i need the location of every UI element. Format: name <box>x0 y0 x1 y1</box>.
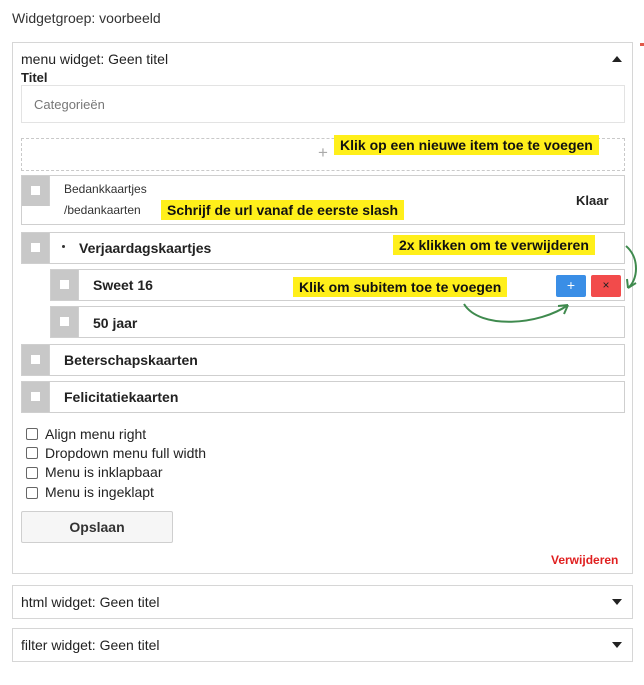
drag-handle-icon <box>60 317 69 326</box>
collapsible-checkbox[interactable] <box>26 467 38 479</box>
drag-handle-icon <box>31 243 40 252</box>
collapsed-checkbox[interactable] <box>26 487 38 499</box>
menu-item-label: Beterschapskaarten <box>64 352 198 368</box>
callout-remove-hint: 2x klikken om te verwijderen <box>393 235 595 255</box>
item-title-field[interactable]: Bedankkaartjes <box>64 182 147 196</box>
save-button[interactable]: Opslaan <box>21 511 173 543</box>
dropdown-full-width-checkbox[interactable] <box>26 447 38 459</box>
title-label: Titel <box>21 70 48 85</box>
title-input[interactable] <box>21 85 625 123</box>
filter-widget-header: filter widget: Geen titel <box>21 637 160 653</box>
dropdown-full-width-label: Dropdown menu full width <box>45 445 207 461</box>
menu-item-label: Felicitatiekaarten <box>64 389 179 405</box>
drag-handle-icon <box>31 186 40 195</box>
edge-marker <box>640 43 644 46</box>
callout-url-hint: Schrijf de url vanaf de eerste slash <box>161 200 405 220</box>
collapsible-label: Menu is inklapbaar <box>45 464 163 480</box>
expand-caret-icon[interactable] <box>612 642 622 648</box>
menu-item-label: Verjaardagskaartjes <box>79 240 212 256</box>
expand-dot-icon[interactable] <box>62 245 65 248</box>
drag-handle-icon <box>31 355 40 364</box>
add-subitem-button[interactable]: + <box>556 275 586 297</box>
widget-group-title: Widgetgroep: voorbeeld <box>12 10 161 26</box>
delete-link[interactable]: Verwijderen <box>551 553 618 567</box>
menu-item-label: Sweet 16 <box>93 277 153 293</box>
collapse-caret-icon[interactable] <box>612 56 622 62</box>
align-right-checkbox[interactable] <box>26 428 38 440</box>
callout-subitem-hint: Klik om subitem toe te voegen <box>293 277 508 297</box>
html-widget-header: html widget: Geen titel <box>21 594 160 610</box>
remove-item-button[interactable]: × <box>591 275 621 297</box>
expand-caret-icon[interactable] <box>612 599 622 605</box>
plus-icon[interactable]: + <box>318 143 328 163</box>
callout-add-item: Klik op een nieuwe item toe te voegen <box>334 135 599 155</box>
item-url-field[interactable]: /bedankaarten <box>64 203 141 217</box>
drag-handle-icon <box>31 392 40 401</box>
drag-handle-icon <box>60 280 69 289</box>
menu-item-label: 50 jaar <box>93 315 138 331</box>
align-right-label: Align menu right <box>45 426 147 442</box>
collapsed-label: Menu is ingeklapt <box>45 484 154 500</box>
done-button[interactable]: Klaar <box>576 193 609 208</box>
menu-widget-header[interactable]: menu widget: Geen titel <box>21 51 168 67</box>
